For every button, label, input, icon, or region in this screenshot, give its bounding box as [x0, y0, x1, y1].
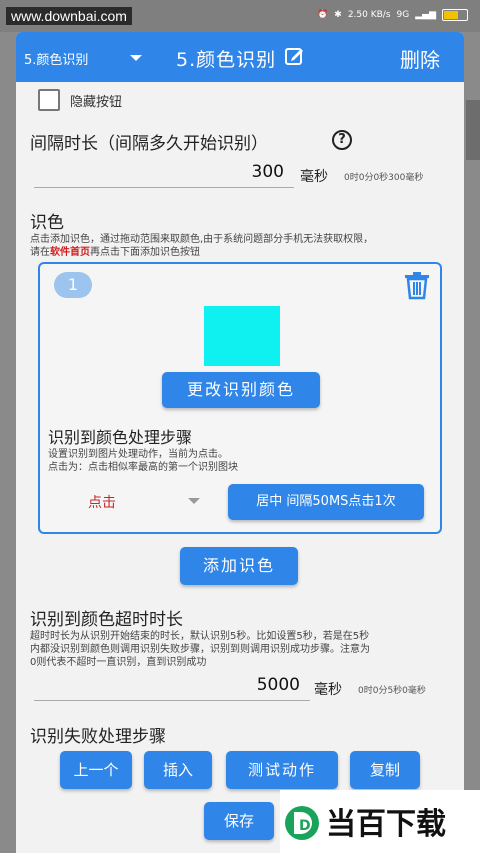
color-recog-desc-line1: 点击添加识色，通过拖动范围来取颜色,由于系统问题部分手机无法获取权限， — [30, 234, 374, 245]
hide-button-checkbox[interactable] — [38, 89, 60, 111]
color-card: 1 更改识别颜色 识别到颜色处理步骤 设置识别到图片处理动作，当前为点击。 点击… — [38, 262, 442, 534]
add-color-button[interactable]: 添加识色 — [180, 547, 298, 585]
color-recog-title: 识色 — [30, 213, 64, 233]
step-selector[interactable]: 5.颜色识别 — [24, 49, 88, 68]
color-swatch — [204, 306, 280, 366]
hide-button-label: 隐藏按钮 — [70, 94, 123, 110]
desc-prefix: 请在 — [30, 247, 50, 258]
action-select[interactable]: 点击 — [88, 492, 116, 512]
copy-button[interactable]: 复制 — [350, 751, 420, 789]
chevron-down-icon[interactable] — [188, 498, 200, 504]
color-index-badge: 1 — [54, 272, 92, 298]
status-icons: ⏰ ✱ 2.50 KB/s 9G ▂▄▆ — [317, 9, 468, 21]
desc-suffix: 再点击下面添加识色按钮 — [90, 247, 200, 258]
timeout-desc-line2: 内都没识别到颜色则调用识别失败步骤，识别到则调用识别成功步骤。注意为 — [30, 644, 370, 655]
background-edge — [466, 100, 480, 160]
insert-button[interactable]: 插入 — [144, 751, 212, 789]
test-action-button[interactable]: 测试动作 — [226, 751, 338, 789]
help-icon[interactable]: ? — [332, 130, 352, 150]
signal-icon: ▂▄▆ — [415, 10, 436, 20]
status-bar: www.downbai.com ⏰ ✱ 2.50 KB/s 9G ▂▄▆ — [0, 0, 480, 32]
interval-hint: 0时0分0秒300毫秒 — [344, 173, 424, 183]
net-speed: 2.50 KB/s — [347, 10, 391, 20]
success-step-desc-line1: 设置识别到图片处理动作，当前为点击。 — [48, 449, 228, 460]
timeout-title: 识别到颜色超时时长 — [30, 610, 183, 630]
fail-steps-title: 识别失败处理步骤 — [30, 727, 166, 747]
success-step-desc-line2: 点击为：点击相似率最高的第一个识别图块 — [48, 462, 238, 473]
save-button[interactable]: 保存 — [204, 802, 274, 840]
delete-button[interactable]: 删除 — [400, 44, 440, 73]
timeout-unit: 毫秒 — [314, 682, 342, 698]
timeout-hint: 0时0分5秒0毫秒 — [358, 686, 426, 696]
edit-step-dialog: 5.颜色识别 5.颜色识别 删除 隐藏按钮 间隔时长（间隔多久开始识别） ? 3… — [16, 32, 464, 853]
timeout-desc-line3: 0则代表不超时一直识别，直到识别成功 — [30, 657, 207, 668]
logo-text: 当百下载 — [326, 807, 446, 842]
color-recog-desc: 点击添加识色，通过拖动范围来取颜色,由于系统问题部分手机无法获取权限， 请在软件… — [30, 233, 455, 259]
timeout-input[interactable]: 5000 — [34, 675, 310, 701]
bluetooth-icon: ✱ — [334, 10, 342, 20]
battery-icon — [442, 9, 468, 21]
trash-icon[interactable] — [402, 270, 432, 300]
success-step-title: 识别到颜色处理步骤 — [48, 428, 193, 447]
home-page-link[interactable]: 软件首页 — [50, 247, 90, 258]
interval-unit: 毫秒 — [300, 169, 328, 185]
change-color-button[interactable]: 更改识别颜色 — [162, 372, 320, 408]
signal-type: 9G — [396, 10, 410, 20]
chevron-down-icon[interactable] — [130, 55, 142, 61]
edit-icon[interactable] — [284, 46, 304, 66]
color-recog-desc-line2: 请在软件首页再点击下面添加识色按钮 — [30, 246, 455, 259]
logo-mark: D — [299, 818, 311, 834]
dialog-title: 5.颜色识别 — [176, 49, 277, 71]
timeout-desc: 超时时长为从识别开始结束的时长，默认识别5秒。比如设置5秒，若是在5秒 内都没识… — [30, 630, 455, 669]
site-logo: D 当百下载 — [280, 790, 480, 853]
title-bar: 5.颜色识别 5.颜色识别 删除 — [16, 32, 464, 82]
previous-button[interactable]: 上一个 — [60, 751, 132, 789]
success-step-desc: 设置识别到图片处理动作，当前为点击。 点击为：点击相似率最高的第一个识别图块 — [48, 448, 238, 474]
interval-input[interactable]: 300 — [34, 162, 294, 188]
alarm-icon: ⏰ — [317, 10, 329, 20]
url-watermark: www.downbai.com — [6, 7, 132, 25]
action-detail-button[interactable]: 居中 间隔50MS点击1次 — [228, 484, 424, 520]
hide-button-row[interactable]: 隐藏按钮 — [38, 89, 122, 111]
interval-title: 间隔时长（间隔多久开始识别） — [30, 134, 268, 154]
timeout-desc-line1: 超时时长为从识别开始结束的时长，默认识别5秒。比如设置5秒，若是在5秒 — [30, 631, 370, 642]
